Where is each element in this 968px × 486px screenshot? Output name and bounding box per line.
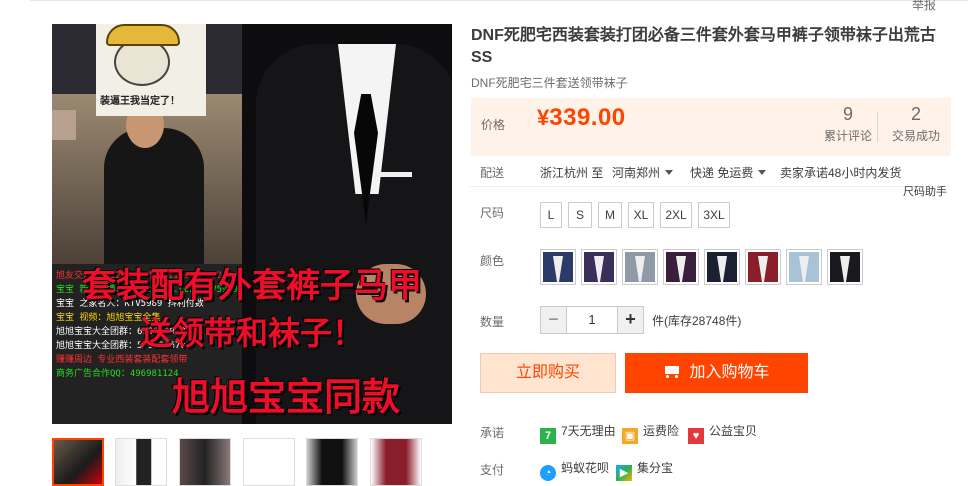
color-label: 颜色	[480, 254, 505, 268]
color-swatch-image	[748, 252, 778, 282]
meme-sticker: 装逼王我当定了！	[96, 24, 206, 116]
reviews-label: 累计评论	[823, 129, 872, 143]
pocket-square	[376, 172, 412, 177]
shipping-method: 快递 免运费	[690, 166, 754, 180]
charity-icon: ♥	[688, 428, 704, 444]
promise-charity[interactable]: ♥ 公益宝贝	[688, 422, 757, 444]
chevron-down-icon	[758, 170, 767, 175]
thumbnail-2[interactable]	[115, 438, 167, 486]
reviews-stat[interactable]: 9 累计评论	[817, 104, 879, 144]
color-swatch[interactable]	[786, 249, 822, 285]
color-swatch-image	[666, 252, 696, 282]
image-right-panel	[242, 24, 452, 424]
shipping-label: 配送	[480, 166, 505, 180]
product-title: DNF死肥宅西装套装打团必备三件套外套马甲裤子领带袜子出荒古SS	[471, 27, 936, 66]
photo-man-in-suit	[52, 94, 242, 264]
price-value: ¥339.00	[537, 104, 626, 132]
color-swatch[interactable]	[704, 249, 740, 285]
image-left-panel: 装逼王我当定了！ 旭友交流群：327174012，1159306612 宝宝 新…	[52, 24, 242, 424]
quantity-input[interactable]: 1	[568, 307, 616, 333]
shipping-destination-select[interactable]: 河南郑州	[612, 164, 674, 181]
meme-caption: 装逼王我当定了！	[100, 96, 180, 107]
sales-stat: 2 交易成功	[885, 104, 947, 144]
overlay-text-1: 套装配有外套裤子马甲	[82, 266, 422, 306]
quantity-stepper: − 1 +	[540, 306, 644, 334]
color-swatch[interactable]	[622, 249, 658, 285]
price-label: 价格	[481, 118, 506, 132]
overlay-text-2: 送领带和袜子！	[139, 314, 364, 352]
thumbnail-3[interactable]	[179, 438, 231, 486]
color-swatch[interactable]	[827, 249, 863, 285]
payment-jifenbao[interactable]: ▶ 集分宝	[616, 459, 673, 481]
jifenbao-icon: ▶	[616, 465, 632, 481]
promise-7day-label: 7天无理由	[561, 424, 616, 438]
minus-icon[interactable]: −	[541, 307, 567, 333]
overlay-text-3: 旭旭宝宝同款	[171, 375, 400, 419]
color-swatch[interactable]	[745, 249, 781, 285]
color-swatch-image	[707, 252, 737, 282]
payment-huabei-label: 蚂蚁花呗	[561, 461, 610, 475]
color-swatch-image	[789, 252, 819, 282]
thumbnail-6[interactable]	[370, 438, 422, 486]
thumbnail-1[interactable]	[52, 438, 104, 486]
size-option[interactable]: M	[598, 202, 622, 228]
promise-7day[interactable]: 7 7天无理由	[540, 422, 616, 444]
thumbnail-4[interactable]	[243, 438, 295, 486]
size-option[interactable]: 2XL	[660, 202, 692, 228]
huabei-icon: ◔	[540, 465, 556, 481]
shipping-method-select[interactable]: 快递 免运费	[690, 164, 767, 181]
color-swatch[interactable]	[540, 249, 576, 285]
price-panel: 价格 ¥339.00 9 累计评论 2 交易成功	[471, 98, 951, 156]
stock-info: 件(库存28748件)	[652, 314, 742, 328]
sales-label: 交易成功	[891, 129, 940, 143]
size-option[interactable]: 3XL	[698, 202, 730, 228]
payment-label: 支付	[480, 463, 505, 477]
chevron-down-icon	[665, 170, 674, 175]
insurance-icon: ▣	[622, 428, 638, 444]
add-to-cart-button[interactable]: 加入购物车	[625, 353, 808, 393]
price-amount: 339.00	[549, 104, 626, 131]
sales-count: 2	[910, 104, 921, 124]
stat-divider	[877, 112, 878, 142]
promise-charity-label: 公益宝贝	[709, 424, 758, 438]
color-swatch[interactable]	[581, 249, 617, 285]
color-swatch-image	[543, 252, 573, 282]
size-helper-link[interactable]: 尺码助手	[903, 183, 947, 199]
quantity-label: 数量	[480, 315, 505, 329]
cart-icon	[663, 364, 681, 378]
color-swatch-image	[830, 252, 860, 282]
main-product-image[interactable]: 装逼王我当定了！ 旭友交流群：327174012，1159306612 宝宝 新…	[52, 24, 452, 424]
top-divider	[30, 0, 968, 1]
color-swatch-image	[625, 252, 655, 282]
promise-shipping-insurance[interactable]: ▣ 运费险	[622, 422, 679, 444]
payment-jifenbao-label: 集分宝	[637, 461, 674, 475]
reviews-count: 9	[842, 104, 853, 124]
promise-label: 承诺	[480, 426, 505, 440]
shipping-divider	[470, 186, 950, 187]
promise-insurance-label: 运费险	[643, 424, 680, 438]
shipping-promise: 卖家承诺48小时内发货	[780, 166, 902, 180]
shipping-from: 浙江杭州 至	[540, 166, 604, 180]
size-option[interactable]: XL	[628, 202, 654, 228]
plus-icon[interactable]: +	[617, 307, 643, 333]
shipping-destination: 河南郑州	[612, 166, 661, 180]
add-to-cart-label: 加入购物车	[689, 364, 770, 381]
seven-day-icon: 7	[540, 428, 556, 444]
buy-now-button[interactable]: 立即购买	[480, 353, 616, 393]
straw-hat-icon	[106, 24, 180, 46]
product-subtitle: DNF死肥宅三件套送领带袜子	[471, 76, 628, 90]
thumbnail-5[interactable]	[306, 438, 358, 486]
currency-symbol: ¥	[537, 105, 550, 130]
report-link[interactable]: 举报	[912, 0, 936, 13]
size-option[interactable]: S	[568, 202, 592, 228]
size-label: 尺码	[480, 206, 505, 220]
size-option[interactable]: L	[540, 202, 562, 228]
color-swatch-image	[584, 252, 614, 282]
color-swatch[interactable]	[663, 249, 699, 285]
payment-huabei[interactable]: ◔ 蚂蚁花呗	[540, 459, 609, 481]
tie-icon	[354, 94, 378, 224]
